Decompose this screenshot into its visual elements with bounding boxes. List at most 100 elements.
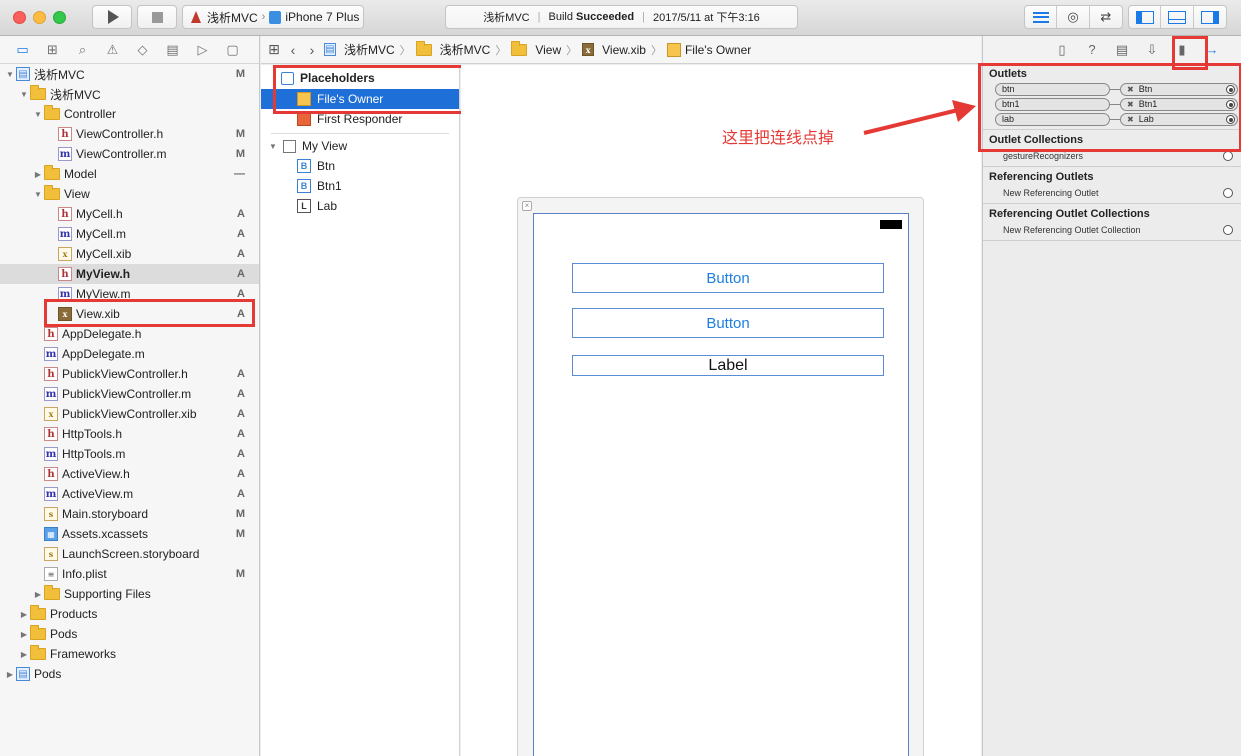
tree-row[interactable]: x MyCell.xib A bbox=[0, 244, 259, 264]
connection-ring-icon[interactable] bbox=[1223, 225, 1233, 235]
tree-row[interactable]: ▶ Supporting Files bbox=[0, 584, 259, 604]
tree-row[interactable]: m MyCell.m A bbox=[0, 224, 259, 244]
outline-files-owner[interactable]: File's Owner bbox=[261, 89, 459, 109]
new-referencing-outlet-row[interactable]: New Referencing Outlet bbox=[983, 185, 1241, 201]
tree-row[interactable]: h AppDelegate.h bbox=[0, 324, 259, 344]
outlet-row[interactable]: btn1 ✖ Btn1 bbox=[983, 97, 1241, 112]
standard-editor-button[interactable] bbox=[1025, 6, 1058, 28]
disconnect-icon[interactable]: ✖ bbox=[1127, 85, 1134, 94]
tree-row[interactable]: s LaunchScreen.storyboard bbox=[0, 544, 259, 564]
disclosure-open-icon[interactable]: ▼ bbox=[267, 142, 279, 151]
warning-icon[interactable]: ⚠ bbox=[102, 42, 123, 58]
breadcrumb-project[interactable]: ▤ 浅析MVC bbox=[324, 41, 395, 58]
toggle-navigator-button[interactable] bbox=[1129, 6, 1162, 28]
tree-row[interactable]: h MyCell.h A bbox=[0, 204, 259, 224]
outlet-target[interactable]: ✖ Lab bbox=[1120, 113, 1238, 126]
debug-icon[interactable]: ▤ bbox=[162, 42, 183, 58]
outlet-target[interactable]: ✖ Btn1 bbox=[1120, 98, 1238, 111]
outlet-row[interactable]: lab ✖ Lab bbox=[983, 112, 1241, 127]
disclosure-open-icon[interactable]: ▼ bbox=[4, 70, 16, 79]
tree-row[interactable]: ▼ View bbox=[0, 184, 259, 204]
tree-row[interactable]: ▼ ▤ 浅析MVC M bbox=[0, 64, 259, 84]
connection-dot-icon[interactable] bbox=[1226, 85, 1235, 94]
tree-row[interactable]: h PublickViewController.h A bbox=[0, 364, 259, 384]
tree-row[interactable]: x PublickViewController.xib A bbox=[0, 404, 259, 424]
outline-btn1[interactable]: B Btn1 bbox=[261, 176, 459, 196]
version-editor-button[interactable]: ⇄ bbox=[1090, 6, 1122, 28]
disclosure-closed-icon[interactable]: ▶ bbox=[32, 170, 44, 179]
tree-row[interactable]: x View.xib A bbox=[0, 304, 259, 324]
breadcrumb-group[interactable]: 浅析MVC bbox=[415, 40, 490, 58]
lab-label[interactable]: Label bbox=[572, 355, 884, 376]
forward-arrow-icon[interactable]: › bbox=[305, 42, 319, 58]
connection-dot-icon[interactable] bbox=[1226, 115, 1235, 124]
folder-icon[interactable]: ▭ bbox=[12, 42, 33, 58]
back-arrow-icon[interactable]: ‹ bbox=[286, 42, 300, 58]
symbol-navigator-icon[interactable]: ⊞ bbox=[42, 42, 63, 58]
quick-help-icon[interactable]: ? bbox=[1083, 42, 1101, 57]
tree-row-selected[interactable]: h MyView.h A bbox=[0, 264, 259, 284]
tree-row[interactable]: ▶ Frameworks bbox=[0, 644, 259, 664]
disclosure-open-icon[interactable]: ▼ bbox=[32, 110, 44, 119]
tree-row[interactable]: ▦ Assets.xcassets M bbox=[0, 524, 259, 544]
disclosure-closed-icon[interactable]: ▶ bbox=[18, 630, 30, 639]
connection-dot-icon[interactable] bbox=[1226, 100, 1235, 109]
disclosure-closed-icon[interactable]: ▶ bbox=[18, 650, 30, 659]
identity-inspector-icon[interactable]: ▤ bbox=[1113, 42, 1131, 58]
connection-ring-icon[interactable] bbox=[1223, 188, 1233, 198]
run-button[interactable] bbox=[92, 5, 132, 29]
toggle-debug-area-button[interactable] bbox=[1161, 6, 1194, 28]
disclosure-open-icon[interactable]: ▼ bbox=[32, 190, 44, 199]
tree-row[interactable]: ▶ Model — bbox=[0, 164, 259, 184]
toggle-utilities-button[interactable] bbox=[1194, 6, 1226, 28]
gesture-recognizers-row[interactable]: gestureRecognizers bbox=[983, 148, 1241, 164]
tree-row[interactable]: s Main.storyboard M bbox=[0, 504, 259, 524]
disclosure-closed-icon[interactable]: ▶ bbox=[32, 590, 44, 599]
connection-ring-icon[interactable] bbox=[1223, 151, 1233, 161]
btn-button[interactable]: Button bbox=[572, 263, 884, 293]
tree-row[interactable]: ▼ Controller bbox=[0, 104, 259, 124]
breadcrumb-object[interactable]: File's Owner bbox=[666, 42, 751, 57]
new-referencing-collection-row[interactable]: New Referencing Outlet Collection bbox=[983, 222, 1241, 238]
report-icon[interactable]: ▢ bbox=[222, 42, 243, 58]
tree-row[interactable]: h HttpTools.h A bbox=[0, 424, 259, 444]
outline-placeholders-header[interactable]: Placeholders bbox=[261, 67, 459, 89]
attributes-inspector-icon[interactable]: ⇩ bbox=[1143, 42, 1161, 58]
disconnect-icon[interactable]: ✖ bbox=[1127, 115, 1134, 124]
zoom-window-button[interactable] bbox=[53, 11, 66, 24]
tree-row[interactable]: m ViewController.m M bbox=[0, 144, 259, 164]
tree-row[interactable]: ▶ ▤ Pods bbox=[0, 664, 259, 684]
connections-inspector-icon[interactable]: → bbox=[1203, 42, 1221, 57]
breadcrumb-folder[interactable]: View bbox=[511, 40, 561, 57]
interface-builder-canvas[interactable]: × Button Button Label bbox=[461, 65, 981, 756]
tree-row[interactable]: m ActiveView.m A bbox=[0, 484, 259, 504]
tree-row[interactable]: h ViewController.h M bbox=[0, 124, 259, 144]
tree-row[interactable]: m PublickViewController.m A bbox=[0, 384, 259, 404]
disclosure-closed-icon[interactable]: ▶ bbox=[18, 610, 30, 619]
outline-first-responder[interactable]: First Responder bbox=[261, 109, 459, 129]
scheme-selector[interactable]: 浅析MVC › iPhone 7 Plus bbox=[182, 5, 364, 29]
disclosure-open-icon[interactable]: ▼ bbox=[18, 90, 30, 99]
outlet-row[interactable]: btn ✖ Btn bbox=[983, 82, 1241, 97]
my-view-root[interactable]: Button Button Label bbox=[533, 213, 909, 756]
outline-btn[interactable]: B Btn bbox=[261, 156, 459, 176]
tree-row[interactable]: ▶ Products bbox=[0, 604, 259, 624]
assistant-editor-button[interactable]: ◎ bbox=[1057, 6, 1090, 28]
outline-lab[interactable]: L Lab bbox=[261, 196, 459, 216]
tree-row[interactable]: m AppDelegate.m bbox=[0, 344, 259, 364]
test-icon[interactable]: ◇ bbox=[132, 42, 153, 58]
tree-row[interactable]: h ActiveView.h A bbox=[0, 464, 259, 484]
tree-row[interactable]: ▼ 浅析MVC bbox=[0, 84, 259, 104]
outline-my-view[interactable]: ▼ My View bbox=[261, 136, 459, 156]
related-items-icon[interactable]: ⊞ bbox=[267, 41, 281, 58]
tree-row[interactable]: m MyView.m A bbox=[0, 284, 259, 304]
file-inspector-icon[interactable]: ▯ bbox=[1053, 42, 1071, 58]
outlet-target[interactable]: ✖ Btn bbox=[1120, 83, 1238, 96]
minimize-window-button[interactable] bbox=[33, 11, 46, 24]
disclosure-closed-icon[interactable]: ▶ bbox=[4, 670, 16, 679]
size-inspector-icon[interactable]: ▮ bbox=[1173, 42, 1191, 58]
btn1-button[interactable]: Button bbox=[572, 308, 884, 338]
tree-row[interactable]: m HttpTools.m A bbox=[0, 444, 259, 464]
breakpoint-icon[interactable]: ▷ bbox=[192, 42, 213, 58]
tree-row[interactable]: ≡ Info.plist M bbox=[0, 564, 259, 584]
